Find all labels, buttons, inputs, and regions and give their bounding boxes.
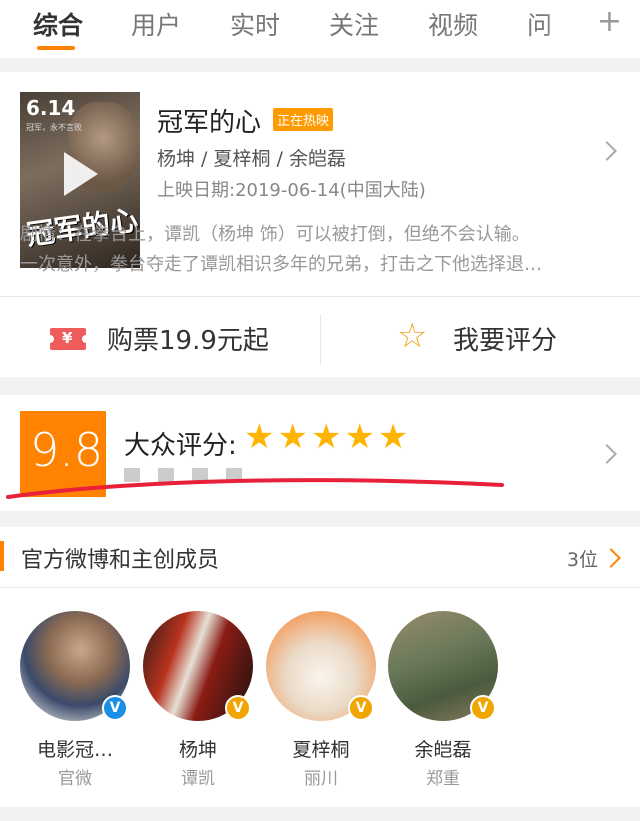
score-value: 9.8 [30,423,104,477]
member-xiazitong[interactable]: V 夏梓桐 丽川 [266,611,376,791]
member-role: 丽川 [304,769,338,789]
star-outline-icon: ☆ [397,316,428,356]
rating-stars: ★★★★★ [244,417,412,457]
tab-users[interactable]: 用户 [131,6,181,42]
play-icon[interactable] [64,152,98,196]
section-accent-bar [0,541,4,571]
rate-label: 我要评分 [453,326,558,356]
section-title: 官方微博和主创成员 [21,548,220,573]
chevron-right-icon[interactable] [601,548,621,568]
yen-symbol: ¥ [62,329,73,347]
plot-line: 一次意外，拳台夺走了谭凯相识多年的兄弟，打击之下他选择退… [20,254,542,275]
member-name: 电影冠… [36,739,113,761]
release-date: 上映日期:2019-06-14(中国大陆) [157,180,426,201]
member-yangkun[interactable]: V 杨坤 谭凯 [143,611,253,791]
tab-video[interactable]: 视频 [428,6,478,42]
verified-badge-icon: V [348,695,374,721]
members-card: 官方微博和主创成员 3位 V 电影冠… 官微 V 杨坤 谭凯 V 夏梓桐 丽川 … [0,527,640,807]
divider [0,587,640,588]
now-showing-badge: 正在热映 [273,108,334,131]
search-tabs: 综合 用户 实时 关注 视频 问 + [0,0,640,58]
poster-date: 6.14 [26,96,76,120]
member-role: 官微 [58,769,92,789]
tab-comprehensive[interactable]: 综合 [33,6,83,42]
movie-plot: 剧情：在拳台上，谭凯（杨坤 饰）可以被打倒，但绝不会认输。 一次意外，拳台夺走了… [20,220,620,280]
member-name: 余皑磊 [414,739,472,761]
rate-button[interactable]: ☆ 我要评分 [321,298,640,377]
tab-realtime[interactable]: 实时 [230,6,280,42]
buy-ticket-label: 购票19.9元起 [107,326,269,356]
chevron-right-icon[interactable] [597,141,617,161]
active-tab-indicator [37,46,75,50]
member-name: 杨坤 [178,739,217,761]
tab-fade [544,0,584,56]
tab-following[interactable]: 关注 [329,6,379,42]
member-count[interactable]: 3位 [567,545,598,572]
verified-badge-icon: V [225,695,251,721]
member-role: 谭凯 [181,769,215,789]
divider [0,296,640,297]
movie-title[interactable]: 冠军的心 [157,102,261,139]
member-yuailei[interactable]: V 余皑磊 郑重 [388,611,498,791]
verified-badge-icon: V [470,695,496,721]
movie-cast: 杨坤 / 夏梓桐 / 余皑磊 [157,148,346,170]
annotation-underline [6,478,504,499]
plus-icon[interactable]: + [597,4,622,39]
member-official[interactable]: V 电影冠… 官微 [20,611,130,791]
score-card[interactable]: 9.8 大众评分: ★★★★★ [0,395,640,511]
plot-line: 剧情：在拳台上，谭凯（杨坤 饰）可以被打倒，但绝不会认输。 [20,224,530,245]
member-role: 郑重 [426,769,460,789]
member-name: 夏梓桐 [292,739,350,761]
buy-ticket-button[interactable]: ¥ 购票19.9元起 [0,298,320,377]
verified-badge-icon: V [102,695,128,721]
movie-card[interactable]: 6.14 冠军，永不言败 冠军的心 冠军的心 正在热映 杨坤 / 夏梓桐 / 余… [0,72,640,377]
chevron-right-icon[interactable] [597,444,617,464]
ticket-icon: ¥ [46,328,90,350]
score-label: 大众评分: [124,431,237,461]
poster-subtitle: 冠军，永不言败 [26,123,82,132]
